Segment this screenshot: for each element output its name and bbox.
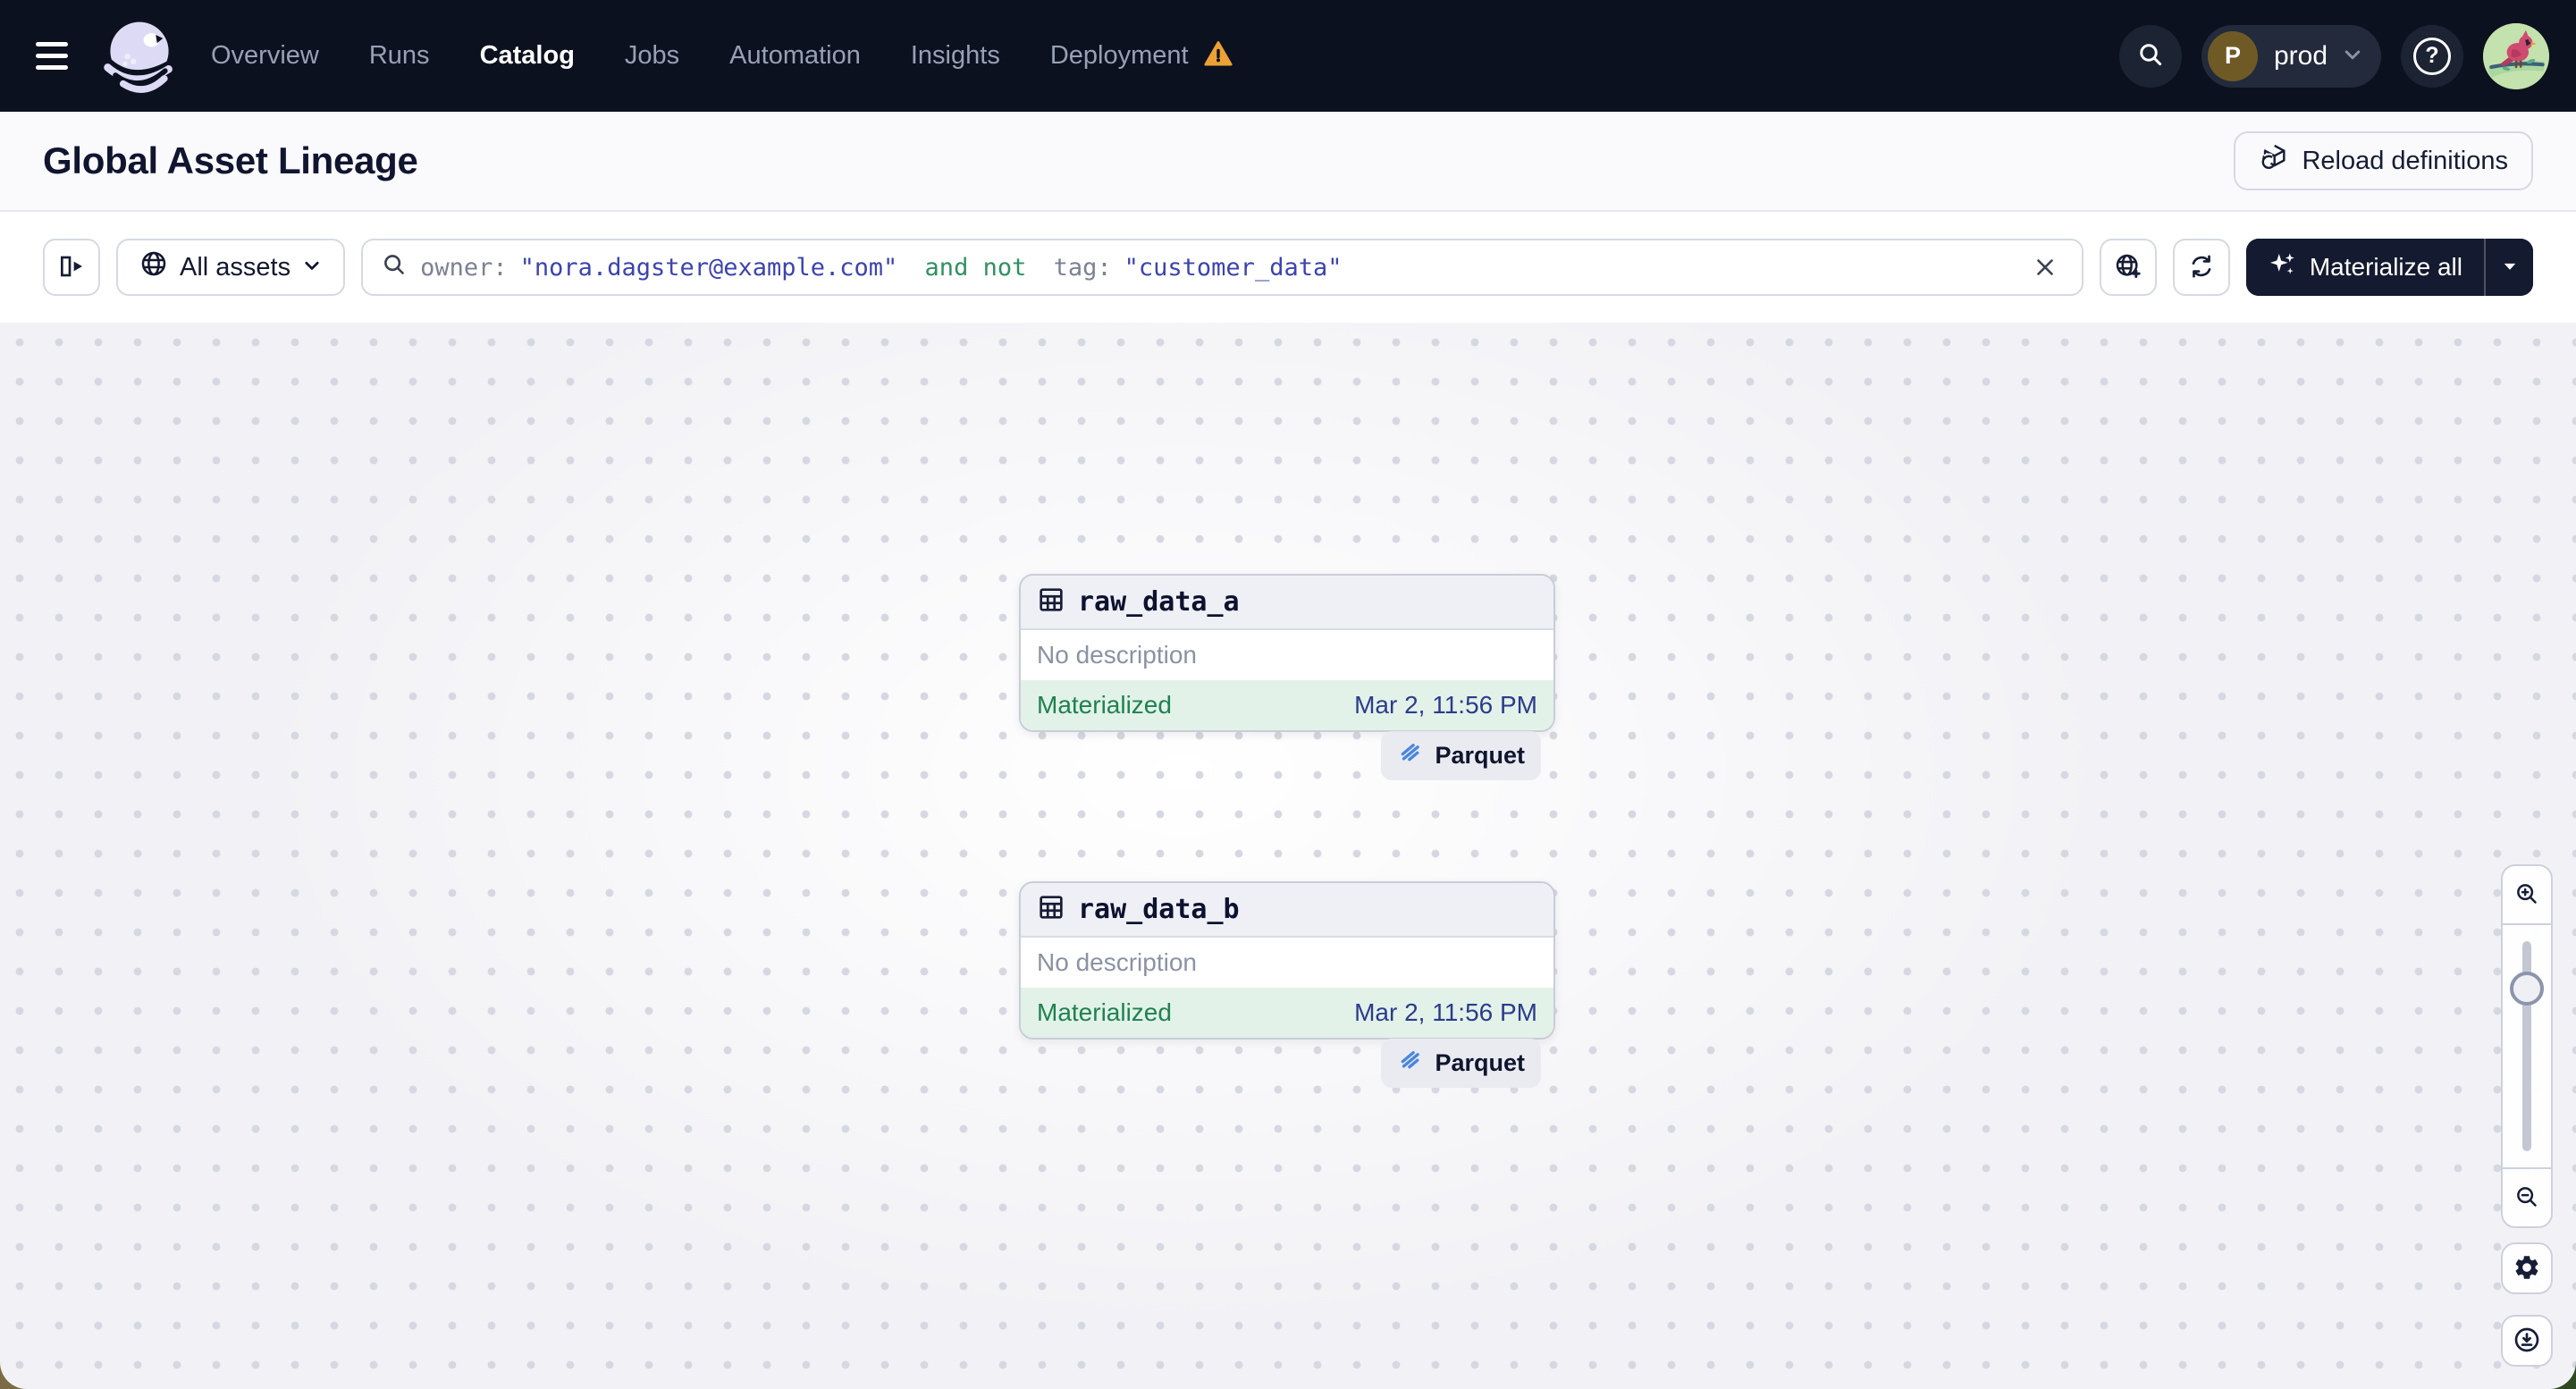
user-avatar[interactable] <box>2483 22 2549 89</box>
clear-search-button[interactable] <box>2026 248 2064 286</box>
kind-badge-parquet[interactable]: Parquet <box>1381 731 1541 780</box>
help-icon: ? <box>2413 37 2451 75</box>
table-icon <box>1037 585 1065 619</box>
nav-link-automation[interactable]: Automation <box>729 41 861 71</box>
lineage-toolbar: All assets owner: "nora.dagster@example.c… <box>0 212 2576 323</box>
parquet-icon <box>1397 739 1424 772</box>
asset-node-header: raw_data_b <box>1021 883 1553 938</box>
zoom-slider-thumb[interactable] <box>2510 972 2544 1006</box>
global-search-button[interactable] <box>2118 24 2182 88</box>
graph-settings-button[interactable] <box>2501 1242 2553 1294</box>
zoom-out-icon <box>2513 1183 2540 1213</box>
zoom-controls <box>2501 864 2553 1228</box>
query-value: "customer_data" <box>1124 253 1343 282</box>
lineage-canvas[interactable]: raw_data_a No description Materialized M… <box>0 323 2576 1389</box>
query-operator: and not <box>910 253 1041 282</box>
asset-scope-dropdown[interactable]: All assets <box>116 239 346 296</box>
status-badge: Materialized <box>1037 998 1172 1026</box>
page-title: Global Asset Lineage <box>43 139 418 181</box>
status-badge: Materialized <box>1037 691 1172 719</box>
search-icon <box>2136 40 2165 72</box>
environment-label: prod <box>2273 40 2328 71</box>
zoom-out-button[interactable] <box>2503 1169 2551 1226</box>
topnav-right: P prod ? <box>2118 22 2549 89</box>
zoom-in-icon <box>2513 880 2540 910</box>
asset-status-row: Materialized Mar 2, 11:56 PM <box>1021 988 1553 1038</box>
nav-link-runs[interactable]: Runs <box>369 41 430 71</box>
materialize-all-label: Materialize all <box>2309 253 2462 281</box>
kind-badge-label: Parquet <box>1435 742 1525 769</box>
reload-definitions-label: Reload definitions <box>2302 146 2508 175</box>
zoom-in-button[interactable] <box>2503 866 2551 923</box>
asset-search-input[interactable]: owner: "nora.dagster@example.com" and not… <box>361 239 2084 296</box>
asset-node-header: raw_data_a <box>1021 576 1553 630</box>
asset-name: raw_data_b <box>1078 894 1240 925</box>
asset-node-raw-data-a[interactable]: raw_data_a No description Materialized M… <box>1019 574 1555 732</box>
globe-plus-icon <box>2114 252 2142 283</box>
top-nav-bar: Overview Runs Catalog Jobs Automation In… <box>0 0 2576 112</box>
materialization-timestamp: Mar 2, 11:56 PM <box>1354 691 1537 719</box>
kind-badge-label: Parquet <box>1435 1049 1525 1076</box>
dagster-logo-icon[interactable] <box>98 15 181 97</box>
asset-status-row: Materialized Mar 2, 11:56 PM <box>1021 680 1553 730</box>
refresh-icon <box>2187 252 2216 283</box>
environment-avatar: P <box>2207 30 2258 81</box>
deployment-warning-icon <box>1203 38 1233 73</box>
refresh-button[interactable] <box>2172 239 2230 296</box>
chevron-down-icon <box>2342 44 2363 68</box>
materialize-split-button: Materialize all <box>2245 239 2533 296</box>
hamburger-menu-button[interactable] <box>27 28 84 85</box>
sparkles-icon <box>2268 249 2298 286</box>
canvas-wrap: raw_data_a No description Materialized M… <box>0 323 2576 1389</box>
query-key: owner: <box>420 253 508 282</box>
new-view-globe-button[interactable] <box>2099 239 2157 296</box>
asset-description: No description <box>1021 938 1553 988</box>
zoom-slider[interactable] <box>2503 923 2551 1169</box>
nav-link-jobs[interactable]: Jobs <box>625 41 679 71</box>
globe-icon <box>139 249 168 285</box>
table-icon <box>1037 893 1065 926</box>
panel-expand-icon <box>57 252 86 283</box>
asset-node-raw-data-b[interactable]: raw_data_b No description Materialized M… <box>1019 881 1555 1040</box>
materialize-dropdown-toggle[interactable] <box>2484 239 2533 296</box>
dagster-app: Overview Runs Catalog Jobs Automation In… <box>0 0 2576 1389</box>
page-header: Global Asset Lineage Reload definitions <box>0 112 2576 212</box>
kind-badge-parquet[interactable]: Parquet <box>1381 1039 1541 1088</box>
materialize-all-button[interactable]: Materialize all <box>2245 239 2484 296</box>
asset-description: No description <box>1021 630 1553 680</box>
download-icon <box>2513 1326 2541 1357</box>
query-key: tag: <box>1053 253 1112 282</box>
reload-definitions-button[interactable]: Reload definitions <box>2234 131 2533 190</box>
download-graph-button[interactable] <box>2501 1315 2553 1367</box>
search-icon <box>381 251 408 284</box>
asset-name: raw_data_a <box>1078 586 1240 618</box>
caret-down-icon <box>2501 257 2519 278</box>
nav-links: Overview Runs Catalog Jobs Automation In… <box>211 38 1233 73</box>
environment-switcher[interactable]: P prod <box>2201 24 2381 88</box>
nav-link-deployment[interactable]: Deployment <box>1050 41 1189 71</box>
open-left-panel-button[interactable] <box>43 239 100 296</box>
nav-link-insights[interactable]: Insights <box>911 41 1000 71</box>
help-button[interactable]: ? <box>2401 24 2463 88</box>
query-value: "nora.dagster@example.com" <box>519 253 898 282</box>
reload-cube-icon <box>2259 142 2289 180</box>
chevron-down-icon <box>302 253 322 282</box>
asset-scope-label: All assets <box>180 252 291 282</box>
materialization-timestamp: Mar 2, 11:56 PM <box>1354 998 1537 1026</box>
parquet-icon <box>1397 1047 1424 1080</box>
nav-link-catalog[interactable]: Catalog <box>480 41 575 71</box>
gear-icon <box>2513 1253 2541 1284</box>
nav-link-overview[interactable]: Overview <box>211 41 319 71</box>
